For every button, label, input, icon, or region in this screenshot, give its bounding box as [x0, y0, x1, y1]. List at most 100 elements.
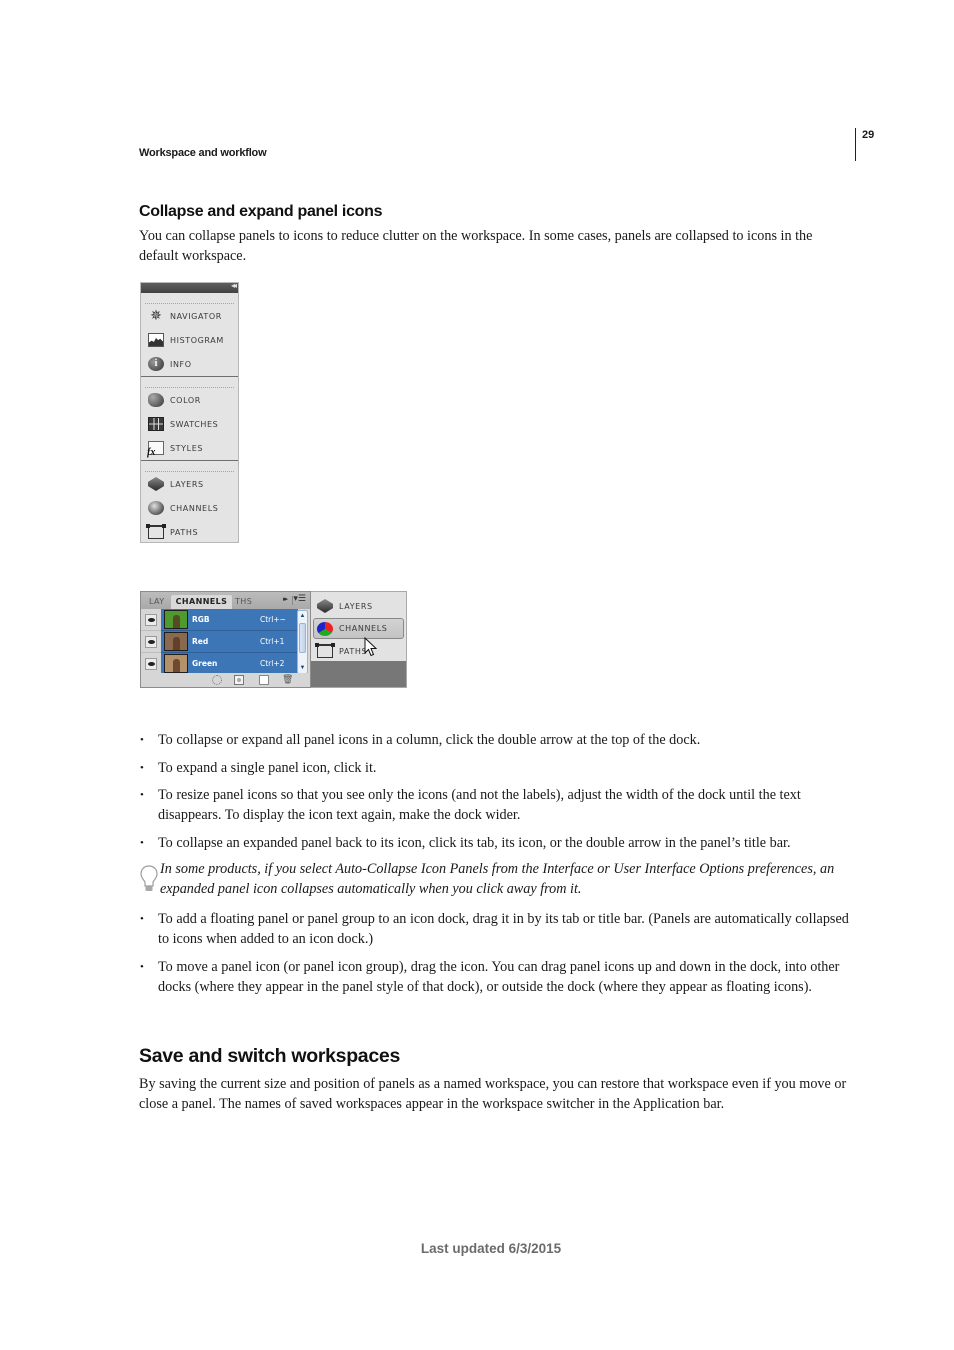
- dock-empty-area: [311, 661, 406, 687]
- dock-item-channels-active[interactable]: CHANNELS: [313, 618, 404, 639]
- layers-icon: [148, 477, 164, 491]
- info-icon: i: [148, 357, 164, 371]
- section2-paragraph: By saving the current size and position …: [139, 1076, 847, 1112]
- panel-footer-toolbar: 🗑: [141, 673, 310, 687]
- channel-row-rgb[interactable]: RGB Ctrl+~: [141, 609, 312, 631]
- dock-item-styles[interactable]: STYLES: [141, 436, 238, 460]
- channel-row-body: Red Ctrl+1: [161, 631, 298, 653]
- visibility-toggle[interactable]: [141, 631, 161, 653]
- navigator-icon: ✵: [150, 308, 162, 324]
- trash-icon[interactable]: 🗑: [282, 675, 293, 685]
- dock-item-label: CHANNELS: [170, 503, 219, 513]
- channel-thumbnail: [164, 610, 188, 629]
- bullet-item: To move a panel icon (or panel icon grou…: [139, 957, 854, 997]
- collapse-double-arrow-icon[interactable]: ◂◂: [231, 281, 237, 290]
- histogram-icon: [148, 333, 164, 347]
- dock-item-layers[interactable]: LAYERS: [141, 472, 238, 496]
- channels-panel-figure: LAY CHANNELS THS ▸▸ ▾☰ RGB Ctrl+~ Red Ct…: [140, 591, 311, 688]
- dock-item-label: NAVIGATOR: [170, 311, 222, 321]
- channel-thumbnail: [164, 654, 188, 673]
- color-icon: [148, 393, 164, 407]
- panel-tab-bar: LAY CHANNELS THS ▸▸ ▾☰: [141, 592, 310, 609]
- visibility-toggle[interactable]: [141, 653, 161, 675]
- paths-icon: [146, 524, 166, 539]
- channel-row-green[interactable]: Green Ctrl+2: [141, 653, 312, 675]
- panel-menu-icon[interactable]: ▾☰: [293, 594, 306, 604]
- channel-thumbnail: [164, 632, 188, 651]
- tip-text: In some products, if you select Auto-Col…: [160, 861, 835, 897]
- dock-item-label: PATHS: [339, 646, 368, 656]
- tab-paths[interactable]: THS: [231, 595, 256, 609]
- visibility-toggle[interactable]: [141, 609, 161, 631]
- dock-item-histogram[interactable]: HISTOGRAM: [141, 328, 238, 352]
- page-number: 29: [862, 129, 875, 141]
- dock-item-label: CHANNELS: [339, 624, 388, 633]
- collapse-to-icons-icon[interactable]: ▸▸: [283, 595, 288, 603]
- channel-row-red[interactable]: Red Ctrl+1: [141, 631, 312, 653]
- dock-panel-group-2: COLOR SWATCHES STYLES: [141, 379, 238, 461]
- dock-item-navigator[interactable]: ✵ NAVIGATOR: [141, 304, 238, 328]
- mouse-pointer-icon: [364, 637, 378, 657]
- new-channel-icon[interactable]: [259, 675, 269, 685]
- styles-icon: [147, 441, 164, 458]
- channels-icon: [317, 621, 333, 636]
- channel-shortcut: Ctrl+1: [260, 637, 285, 646]
- expanded-icon-dock: LAYERS CHANNELS PATHS: [311, 591, 407, 688]
- dock-panel-group-3: LAYERS CHANNELS PATHS: [141, 463, 238, 544]
- dock-panel-group: LAYERS CHANNELS PATHS: [311, 592, 406, 663]
- channel-shortcut: Ctrl+~: [260, 615, 286, 624]
- swatches-icon: [148, 417, 164, 431]
- icon-dock-figure: ◂◂ ✵ NAVIGATOR HISTOGRAM i INFO COLOR SW…: [140, 281, 239, 544]
- lightbulb-icon: [140, 865, 158, 891]
- bullet-list-2: To add a floating panel or panel group t…: [139, 909, 854, 1004]
- bullet-item: To resize panel icons so that you see on…: [139, 785, 854, 825]
- running-head: Workspace and workflow: [139, 147, 267, 159]
- group-grip[interactable]: [145, 463, 234, 472]
- save-selection-as-channel-icon[interactable]: [234, 675, 244, 685]
- dock-item-label: SWATCHES: [170, 419, 219, 429]
- dock-item-label: STYLES: [170, 443, 204, 453]
- dock-item-paths[interactable]: PATHS: [311, 640, 406, 662]
- channels-icon: [148, 501, 164, 515]
- dock-item-label: LAYERS: [339, 601, 373, 611]
- load-channel-as-selection-icon[interactable]: [212, 675, 222, 685]
- scroll-down-arrow-icon[interactable]: ▼: [298, 663, 307, 673]
- dock-item-label: COLOR: [170, 395, 201, 405]
- dock-item-layers[interactable]: LAYERS: [311, 595, 406, 617]
- channel-list-scrollbar[interactable]: ▲ ▼: [297, 610, 308, 674]
- tab-layers[interactable]: LAY: [145, 595, 169, 609]
- eye-icon: [145, 613, 157, 626]
- tip-note: In some products, if you select Auto-Col…: [139, 859, 854, 899]
- layers-icon: [317, 599, 333, 613]
- section-intro-paragraph: You can collapse panels to icons to redu…: [139, 228, 813, 264]
- dock-item-channels[interactable]: CHANNELS: [141, 496, 238, 520]
- eye-icon: [145, 635, 157, 648]
- channel-shortcut: Ctrl+2: [260, 659, 285, 668]
- dock-item-label: INFO: [170, 359, 192, 369]
- group-grip[interactable]: [145, 295, 234, 304]
- channel-name: Green: [192, 659, 218, 668]
- paths-icon: [315, 643, 335, 658]
- dock-title-bar: ◂◂: [141, 281, 238, 293]
- dock-item-label: HISTOGRAM: [170, 335, 224, 345]
- scroll-up-arrow-icon[interactable]: ▲: [298, 611, 307, 621]
- dock-item-paths[interactable]: PATHS: [141, 520, 238, 544]
- channel-row-body: Green Ctrl+2: [161, 653, 298, 675]
- tab-channels[interactable]: CHANNELS: [171, 595, 232, 609]
- scrollbar-thumb[interactable]: [299, 623, 306, 653]
- dock-panel-group-1: ✵ NAVIGATOR HISTOGRAM i INFO: [141, 295, 238, 377]
- bullet-item: To collapse an expanded panel back to it…: [139, 833, 854, 853]
- group-grip[interactable]: [145, 379, 234, 388]
- bullet-item: To expand a single panel icon, click it.: [139, 758, 854, 778]
- dock-item-swatches[interactable]: SWATCHES: [141, 412, 238, 436]
- last-updated-footer: Last updated 6/3/2015: [420, 1241, 562, 1256]
- page-number-divider: [855, 128, 856, 161]
- dock-item-label: LAYERS: [170, 479, 204, 489]
- section-heading-collapse-expand: Collapse and expand panel icons: [139, 203, 383, 220]
- dock-item-info[interactable]: i INFO: [141, 352, 238, 376]
- eye-icon: [145, 657, 157, 670]
- section-heading-save-switch: Save and switch workspaces: [139, 1045, 400, 1067]
- channel-list: RGB Ctrl+~ Red Ctrl+1 Green Ctrl+2: [141, 609, 312, 675]
- bullet-item: To add a floating panel or panel group t…: [139, 909, 854, 949]
- dock-item-color[interactable]: COLOR: [141, 388, 238, 412]
